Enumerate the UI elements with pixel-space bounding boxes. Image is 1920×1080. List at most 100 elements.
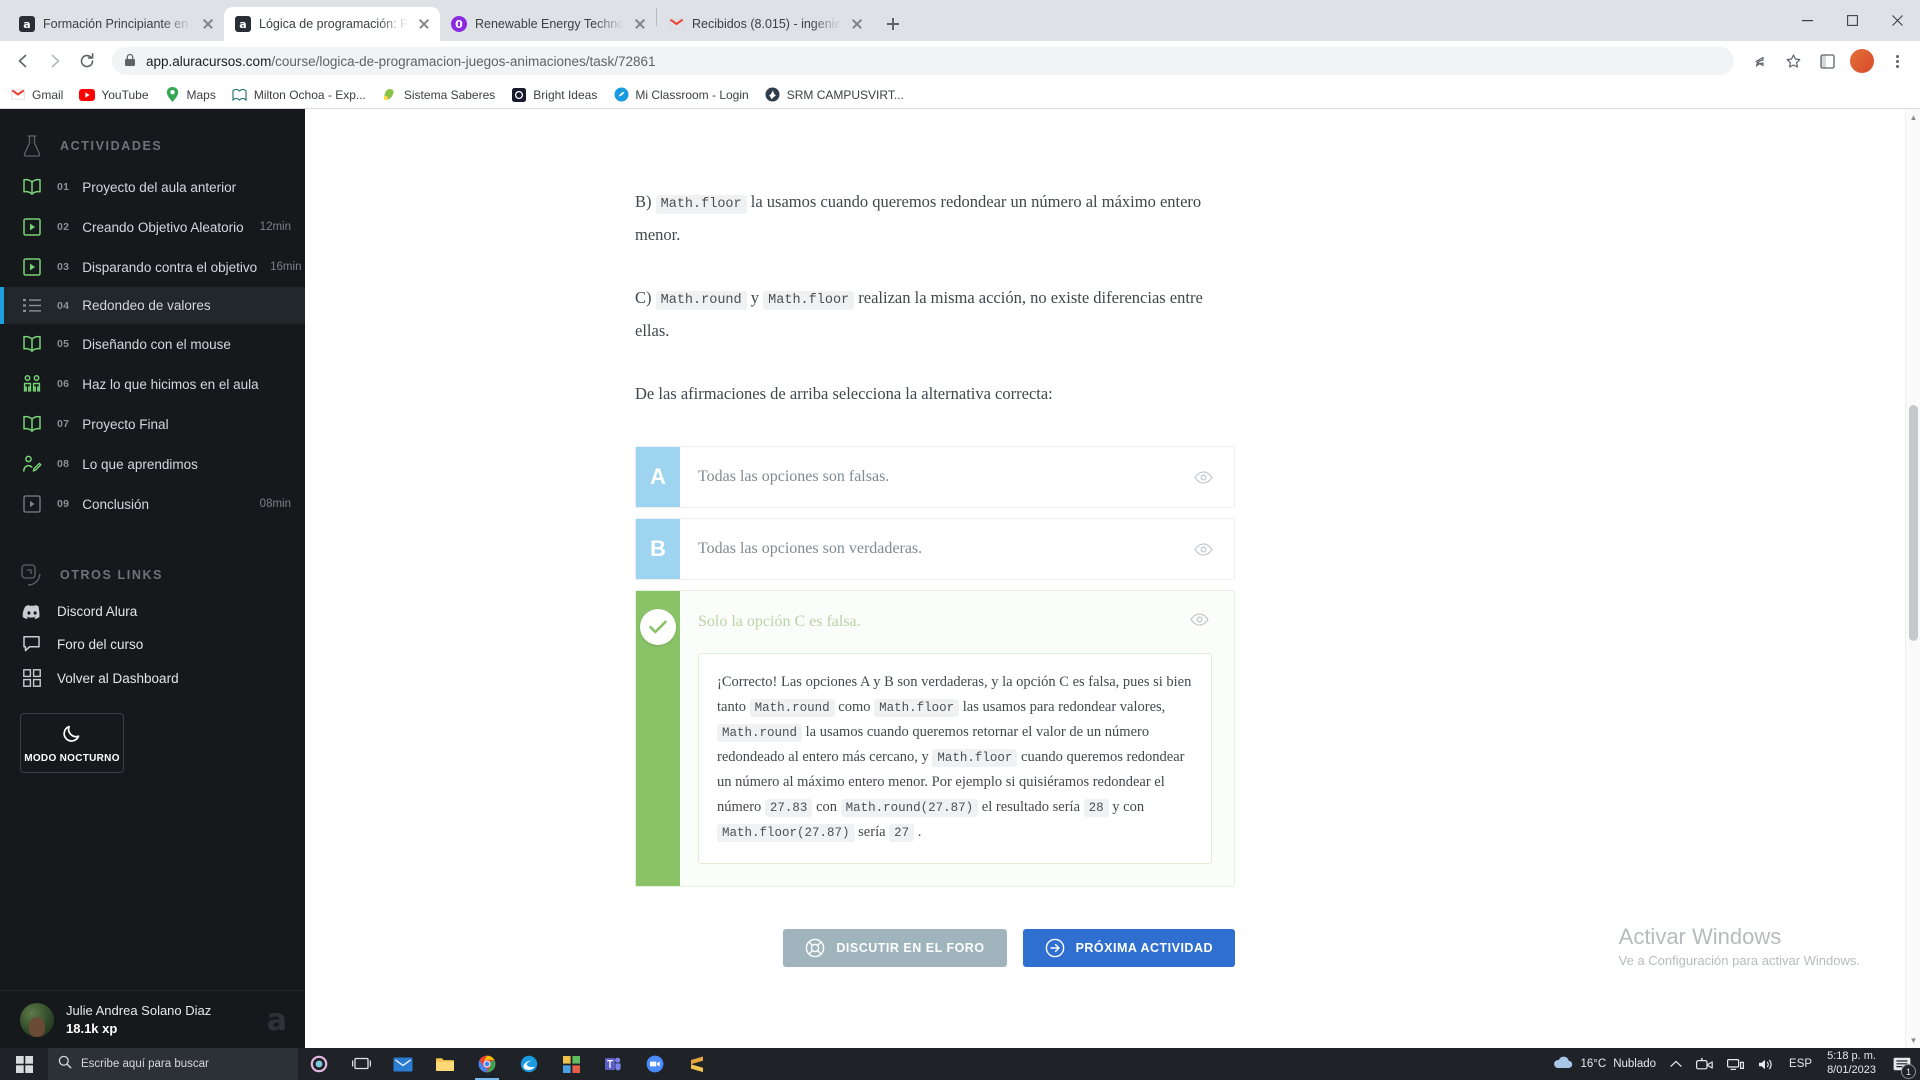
people-icon — [20, 375, 44, 393]
bookmark-maps[interactable]: Maps — [165, 87, 216, 103]
item-duration: 08min — [259, 498, 291, 510]
bookmark-milton[interactable]: Milton Ochoa - Exp... — [232, 87, 366, 103]
question-prompt: De las afirmaciones de arriba selecciona… — [635, 384, 1053, 403]
mail-icon[interactable] — [382, 1048, 424, 1080]
section-header-activities: ACTIVIDADES — [0, 125, 305, 167]
explorer-icon[interactable] — [424, 1048, 466, 1080]
windows-activation-watermark: Activar Windows Ve a Configuración para … — [1619, 922, 1860, 970]
close-icon[interactable] — [849, 16, 865, 32]
bookmark-saberes[interactable]: Sistema Saberes — [382, 87, 495, 103]
sidebar-item-07[interactable]: 07 Proyecto Final — [0, 404, 305, 444]
chrome-icon[interactable] — [466, 1048, 508, 1080]
zoom-icon[interactable] — [634, 1048, 676, 1080]
close-icon[interactable] — [200, 16, 216, 32]
scroll-down-arrow[interactable]: ▼ — [1906, 1032, 1920, 1048]
weather-widget[interactable]: 16°C Nublado — [1545, 1048, 1664, 1080]
alternative-a[interactable]: A Todas las opciones son falsas. — [635, 446, 1235, 508]
language-indicator[interactable]: ESP — [1782, 1048, 1819, 1080]
close-button[interactable] — [1875, 0, 1920, 41]
search-icon — [58, 1055, 72, 1074]
sidebar-link-discord[interactable]: Discord Alura — [0, 596, 305, 627]
tab-title: Renewable Energy Technology: G — [475, 17, 624, 31]
system-tray: 16°C Nublado ESP 5:18 p. m. 8/01/2023 1 — [1545, 1048, 1920, 1080]
extensions-icon[interactable] — [1812, 46, 1842, 76]
sidebar-item-04[interactable]: 04 Redondeo de valores — [0, 287, 305, 324]
windows-icon[interactable] — [0, 1048, 48, 1080]
share-icon[interactable] — [1744, 46, 1774, 76]
tab-title: Recibidos (8.015) - ingenieraagric — [692, 17, 841, 31]
network-icon[interactable] — [1720, 1048, 1751, 1080]
sidebar-link-forum[interactable]: Foro del curso — [0, 627, 305, 661]
bookmark-youtube[interactable]: YouTube — [79, 87, 149, 103]
code-chip: Math.floor — [932, 748, 1018, 767]
browser-tab-1[interactable]: a Formación Principiante en Progra — [8, 7, 224, 41]
volume-icon[interactable] — [1751, 1048, 1782, 1080]
chrome-menu-icon[interactable] — [1882, 46, 1912, 76]
star-icon[interactable] — [1778, 46, 1808, 76]
alternative-body: Solo la opción C es falsa. ¡Correcto! La… — [680, 591, 1234, 886]
bookmark-brightideas[interactable]: Bright Ideas — [511, 87, 597, 103]
maximize-button[interactable] — [1830, 0, 1875, 41]
sidebar-item-09[interactable]: 09 Conclusión 08min — [0, 484, 305, 524]
code-chip: Math.floor(27.87) — [717, 823, 855, 842]
camera-icon[interactable] — [1689, 1048, 1720, 1080]
notifications-button[interactable]: 1 — [1884, 1048, 1920, 1080]
alternative-badge: A — [636, 447, 680, 507]
avatar — [20, 1002, 54, 1037]
night-mode-toggle[interactable]: MODO NOCTURNO — [20, 713, 124, 773]
address-bar[interactable]: app.aluracursos.com/course/logica-de-pro… — [112, 47, 1734, 75]
eye-icon[interactable] — [1186, 613, 1212, 626]
teams-icon[interactable] — [592, 1048, 634, 1080]
taskview-icon[interactable] — [340, 1048, 382, 1080]
user-profile[interactable]: Julie Andrea Solano Diaz 18.1k xp — [0, 990, 305, 1048]
alternative-badge: B — [636, 519, 680, 579]
sidebar-item-02[interactable]: 02 Creando Objetivo Aleatorio 12min — [0, 207, 305, 247]
cortana-icon[interactable] — [298, 1048, 340, 1080]
sidebar-item-06[interactable]: 06 Haz lo que hicimos en el aula — [0, 364, 305, 404]
bookmark-gmail[interactable]: Gmail — [10, 87, 63, 103]
bookmark-srm[interactable]: SRM CAMPUSVIRT... — [765, 87, 904, 103]
back-arrow-icon[interactable] — [8, 46, 38, 76]
arrow-right-icon — [1045, 938, 1065, 958]
scrollbar-thumb[interactable] — [1909, 405, 1918, 641]
sidebar-link-dashboard[interactable]: Volver al Dashboard — [0, 661, 305, 695]
alternative-b[interactable]: B Todas las opciones son verdaderas. — [635, 518, 1235, 580]
close-icon[interactable] — [632, 16, 648, 32]
alternative-c-selected[interactable]: Solo la opción C es falsa. ¡Correcto! La… — [635, 590, 1235, 887]
item-duration: 12min — [259, 221, 291, 233]
bookmark-label: Sistema Saberes — [403, 87, 496, 102]
minimize-button[interactable] — [1785, 0, 1830, 41]
browser-tab-2[interactable]: a Lógica de programación: Practica — [224, 7, 440, 41]
discuss-forum-button[interactable]: DISCUTIR EN EL FORO — [783, 928, 1007, 967]
eye-icon[interactable] — [1190, 542, 1216, 556]
sidebar-item-01[interactable]: 01 Proyecto del aula anterior — [0, 167, 305, 207]
forward-arrow-icon[interactable] — [40, 46, 70, 76]
vertical-scrollbar[interactable]: ▲ ▼ — [1905, 109, 1920, 1048]
profile-avatar[interactable] — [1850, 49, 1874, 73]
reload-icon[interactable] — [72, 46, 102, 76]
code-chip: Math.floor — [655, 195, 747, 214]
sidebar-item-05[interactable]: 05 Diseñando con el mouse — [0, 324, 305, 364]
search-input[interactable]: Escribe aquí para buscar — [48, 1048, 298, 1080]
sublime-icon[interactable] — [676, 1048, 718, 1080]
store-icon[interactable] — [550, 1048, 592, 1080]
clock[interactable]: 5:18 p. m. 8/01/2023 — [1819, 1050, 1884, 1078]
close-icon[interactable] — [416, 16, 432, 32]
sidebar-item-08[interactable]: 08 Lo que aprendimos — [0, 444, 305, 484]
item-label: Conclusión — [82, 496, 150, 512]
alura-icon: a — [19, 16, 35, 32]
scroll-up-arrow[interactable]: ▲ — [1906, 109, 1920, 125]
item-number: 07 — [57, 418, 70, 430]
tray-chevron-up-icon[interactable] — [1663, 1048, 1689, 1080]
browser-tab-3[interactable]: 0 Renewable Energy Technology: G — [440, 7, 656, 41]
new-tab-button[interactable] — [879, 10, 907, 38]
edge-icon[interactable] — [508, 1048, 550, 1080]
statement-c: C) Math.round y Math.floor realizan la m… — [635, 281, 1235, 347]
code-chip: Math.round — [749, 698, 835, 717]
item-label: Proyecto Final — [82, 416, 169, 432]
bookmark-classroom[interactable]: Mi Classroom - Login — [613, 87, 749, 103]
browser-tab-4[interactable]: Recibidos (8.015) - ingenieraagric — [657, 7, 873, 41]
eye-icon[interactable] — [1190, 470, 1216, 484]
next-activity-button[interactable]: PRÓXIMA ACTIVIDAD — [1022, 928, 1235, 967]
sidebar-item-03[interactable]: 03 Disparando contra el objetivo 16min — [0, 247, 305, 287]
